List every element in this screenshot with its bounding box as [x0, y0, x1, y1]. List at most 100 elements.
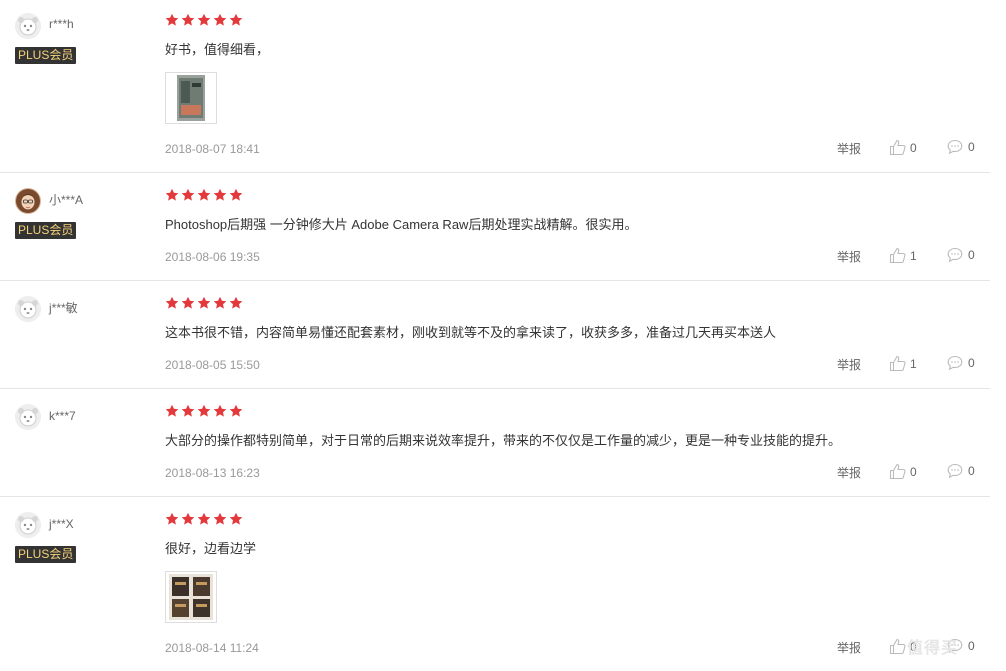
- review-text: 这本书很不错，内容简单易懂还配套素材，刚收到就等不及的拿来读了，收获多多，准备过…: [165, 325, 777, 340]
- thumbs-up-icon: [889, 139, 906, 156]
- star-icon: [165, 296, 179, 309]
- star-icon: [229, 296, 243, 309]
- like-button[interactable]: 0: [889, 638, 917, 655]
- like-button[interactable]: 0: [889, 463, 917, 480]
- star-icon: [197, 188, 211, 201]
- star-rating: [165, 512, 243, 526]
- user-avatar[interactable]: [15, 512, 41, 538]
- review-item: j***敏 这本书很不错，内容简单易懂还配套素材，刚收到就等不及的拿来读了，收获…: [0, 281, 990, 389]
- comment-bubble-icon: [947, 463, 963, 479]
- review-item: 小***A PLUS会员 Photoshop后期强 一分钟修大片 Adobe C…: [0, 173, 990, 281]
- default-avatar-icon: [15, 296, 41, 322]
- like-button[interactable]: 1: [889, 247, 917, 264]
- review-date: 2018-08-05 15:50: [165, 358, 260, 372]
- review-text: 好书，值得细看，: [165, 42, 270, 57]
- star-icon: [229, 404, 243, 417]
- review-text: 很好，边看边学: [165, 541, 257, 556]
- star-rating: [165, 13, 243, 27]
- like-count: 1: [910, 356, 917, 371]
- default-avatar-icon: [15, 13, 41, 39]
- star-icon: [213, 512, 227, 525]
- star-icon: [197, 296, 211, 309]
- username: r***h: [49, 17, 74, 31]
- star-icon: [197, 13, 211, 26]
- review-date: 2018-08-14 11:24: [165, 641, 259, 655]
- reply-count: 0: [968, 464, 975, 478]
- user-avatar[interactable]: [15, 296, 41, 322]
- review-text: 大部分的操作都特别简单，对于日常的后期来说效率提升，带来的不仅仅是工作量的减少，…: [165, 433, 842, 448]
- star-icon: [197, 512, 211, 525]
- thumbs-up-icon: [889, 463, 906, 480]
- star-icon: [229, 13, 243, 26]
- username: k***7: [49, 409, 76, 423]
- star-icon: [181, 296, 195, 309]
- thumbs-up-icon: [889, 638, 906, 655]
- star-rating: [165, 404, 243, 418]
- plus-member-badge: PLUS会员: [15, 546, 77, 563]
- plus-member-badge: PLUS会员: [15, 222, 77, 239]
- reply-button[interactable]: 0: [947, 638, 975, 654]
- star-icon: [165, 188, 179, 201]
- reply-count: 0: [968, 248, 975, 262]
- like-count: 0: [910, 464, 917, 479]
- review-image-thumbnail[interactable]: [165, 571, 217, 623]
- report-link[interactable]: 举报: [837, 465, 861, 481]
- review-item: j***X PLUS会员 很好，边看边学 2018-08-14 11:24 举报…: [0, 497, 990, 671]
- reply-button[interactable]: 0: [947, 139, 975, 155]
- comment-bubble-icon: [947, 355, 963, 371]
- report-link[interactable]: 举报: [837, 357, 861, 373]
- thumbs-up-icon: [889, 355, 906, 372]
- star-icon: [213, 13, 227, 26]
- star-icon: [165, 13, 179, 26]
- comment-bubble-icon: [947, 247, 963, 263]
- star-rating: [165, 296, 243, 310]
- like-button[interactable]: 0: [889, 139, 917, 156]
- default-avatar-icon: [15, 404, 41, 430]
- star-icon: [181, 404, 195, 417]
- reply-count: 0: [968, 140, 975, 154]
- review-item: k***7 大部分的操作都特别简单，对于日常的后期来说效率提升，带来的不仅仅是工…: [0, 389, 990, 497]
- reply-button[interactable]: 0: [947, 247, 975, 263]
- review-text: Photoshop后期强 一分钟修大片 Adobe Camera Raw后期处理…: [165, 217, 638, 232]
- username: j***X: [49, 517, 74, 531]
- user-avatar[interactable]: [15, 404, 41, 430]
- star-icon: [181, 512, 195, 525]
- star-icon: [181, 188, 195, 201]
- plus-member-badge: PLUS会员: [15, 47, 77, 64]
- review-item: r***h PLUS会员 好书，值得细看， 2018-08-07 18:41 举…: [0, 0, 990, 173]
- like-count: 1: [910, 248, 917, 263]
- username: 小***A: [49, 193, 84, 207]
- report-link[interactable]: 举报: [837, 141, 861, 157]
- star-icon: [229, 188, 243, 201]
- review-date: 2018-08-13 16:23: [165, 466, 260, 480]
- comment-bubble-icon: [947, 139, 963, 155]
- review-image-thumbnail[interactable]: [165, 72, 217, 124]
- star-rating: [165, 188, 243, 202]
- default-avatar-icon: [15, 512, 41, 538]
- user-avatar[interactable]: [15, 13, 41, 39]
- photo-avatar-icon: [15, 188, 41, 214]
- book-photo-image: [177, 75, 205, 121]
- reply-count: 0: [968, 639, 975, 653]
- star-icon: [213, 296, 227, 309]
- star-icon: [229, 512, 243, 525]
- user-avatar[interactable]: [15, 188, 41, 214]
- reply-button[interactable]: 0: [947, 463, 975, 479]
- star-icon: [165, 512, 179, 525]
- report-link[interactable]: 举报: [837, 249, 861, 265]
- star-icon: [165, 404, 179, 417]
- reply-button[interactable]: 0: [947, 355, 975, 371]
- star-icon: [181, 13, 195, 26]
- review-date: 2018-08-07 18:41: [165, 142, 260, 156]
- thumbs-up-icon: [889, 247, 906, 264]
- star-icon: [197, 404, 211, 417]
- star-icon: [213, 188, 227, 201]
- like-count: 0: [910, 639, 917, 654]
- username: j***敏: [49, 301, 78, 315]
- like-button[interactable]: 1: [889, 355, 917, 372]
- reply-count: 0: [968, 356, 975, 370]
- comment-bubble-icon: [947, 638, 963, 654]
- star-icon: [213, 404, 227, 417]
- like-count: 0: [910, 140, 917, 155]
- report-link[interactable]: 举报: [837, 640, 861, 656]
